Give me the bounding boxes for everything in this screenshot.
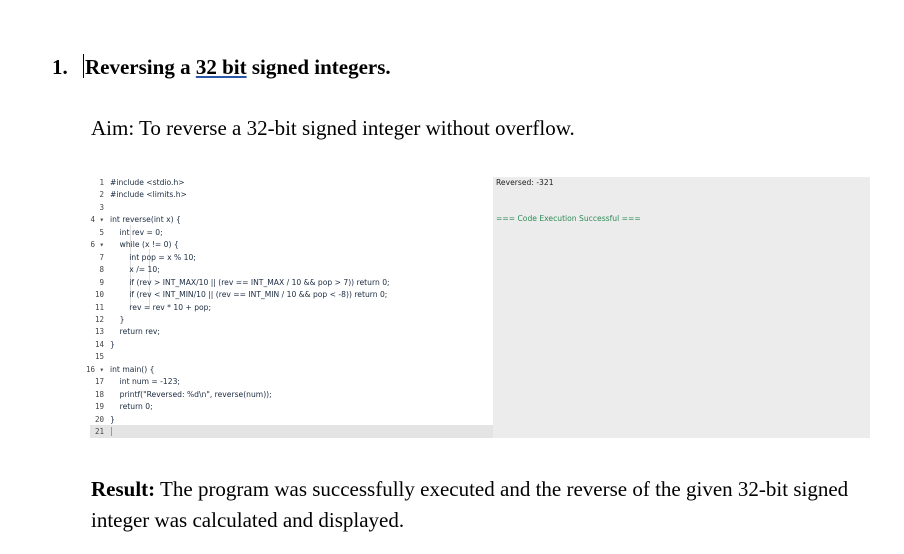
output-line: Reversed: -321 bbox=[496, 178, 554, 187]
heading-text-underlined: 32 bit bbox=[195, 55, 247, 79]
line-number: 7 bbox=[99, 252, 104, 262]
line-number: 21 bbox=[94, 427, 104, 436]
code-editor: 1234 ▾ 5 6 ▾ 7 8 9 10 11 12 13 14 15 16 ▾ 17 18 19 20 21 … bbox=[86, 177, 493, 438]
line-number: 1 bbox=[99, 178, 104, 187]
line-number: 11 bbox=[94, 302, 104, 312]
line-number: 14 bbox=[94, 339, 104, 349]
heading-number: 1. bbox=[52, 55, 68, 79]
editor-cursor bbox=[111, 427, 112, 436]
line-number: 12 bbox=[94, 314, 104, 324]
line-number: 5 bbox=[99, 227, 104, 237]
active-line-highlight bbox=[90, 425, 493, 438]
line-number: 2 bbox=[99, 190, 104, 200]
code-line: #include <stdio.h> bbox=[110, 178, 185, 187]
line-number: 19 bbox=[94, 402, 104, 412]
line-number: 20 bbox=[94, 414, 104, 424]
line-number: 4 ▾ bbox=[90, 215, 104, 225]
line-number: 17 bbox=[94, 377, 104, 387]
code-line: int num = -123; bbox=[110, 377, 180, 387]
line-number: 18 bbox=[94, 389, 104, 399]
result-paragraph: Result: The program was successfully exe… bbox=[91, 474, 851, 536]
code-screenshot: 1234 ▾ 5 6 ▾ 7 8 9 10 11 12 13 14 15 16 ▾ 17 18 19 20 21 … bbox=[86, 177, 870, 438]
code-line: #include <limits.h> bbox=[110, 190, 187, 200]
code-line: } bbox=[110, 414, 115, 424]
code-line: printf("Reversed: %d\n", reverse(num)); bbox=[110, 389, 272, 399]
output-panel: Reversed: -321 === Code Execution Succes… bbox=[493, 177, 870, 438]
line-number-gutter: 1234 ▾ 5 6 ▾ 7 8 9 10 11 12 13 14 15 16 ▾ 17 18 19 20 21 bbox=[86, 177, 104, 438]
code-line: int rev = 0; bbox=[110, 227, 163, 237]
line-number: 15 bbox=[94, 352, 104, 362]
execution-status: === Code Execution Successful === bbox=[496, 214, 641, 223]
aim-paragraph: Aim: To reverse a 32-bit signed integer … bbox=[91, 116, 575, 140]
line-number: 8 bbox=[99, 265, 104, 275]
code-line: x /= 10; bbox=[110, 265, 160, 275]
code-line: return 0; bbox=[110, 402, 153, 412]
code-line: int reverse(int x) { bbox=[110, 215, 181, 225]
line-number: 10 bbox=[94, 290, 104, 300]
line-number: 16 ▾ bbox=[85, 364, 104, 374]
code-line: int main() { bbox=[110, 364, 155, 374]
code-line: if (rev < INT_MIN/10 || (rev == INT_MIN … bbox=[110, 290, 388, 300]
heading-text-start: Reversing a bbox=[85, 55, 196, 79]
code-line: if (rev > INT_MAX/10 || (rev == INT_MAX … bbox=[110, 277, 390, 287]
code-line: } bbox=[110, 314, 125, 324]
result-text: The program was successfully executed an… bbox=[91, 477, 849, 532]
code-line: while (x != 0) { bbox=[110, 240, 179, 250]
line-number: 6 ▾ bbox=[90, 240, 104, 250]
code-line: rev = rev * 10 + pop; bbox=[110, 302, 212, 312]
section-heading: 1. Reversing a 32 bit signed integers. bbox=[52, 54, 391, 80]
heading-text-end: signed integers. bbox=[246, 55, 391, 79]
result-label: Result: bbox=[91, 477, 156, 501]
code-line: } bbox=[110, 339, 115, 349]
code-line: int pop = x % 10; bbox=[110, 252, 196, 262]
text-cursor bbox=[83, 54, 84, 78]
line-number: 13 bbox=[94, 327, 104, 337]
line-number: 3 bbox=[99, 202, 104, 212]
line-number: 9 bbox=[99, 277, 104, 287]
code-line: return rev; bbox=[110, 327, 160, 337]
